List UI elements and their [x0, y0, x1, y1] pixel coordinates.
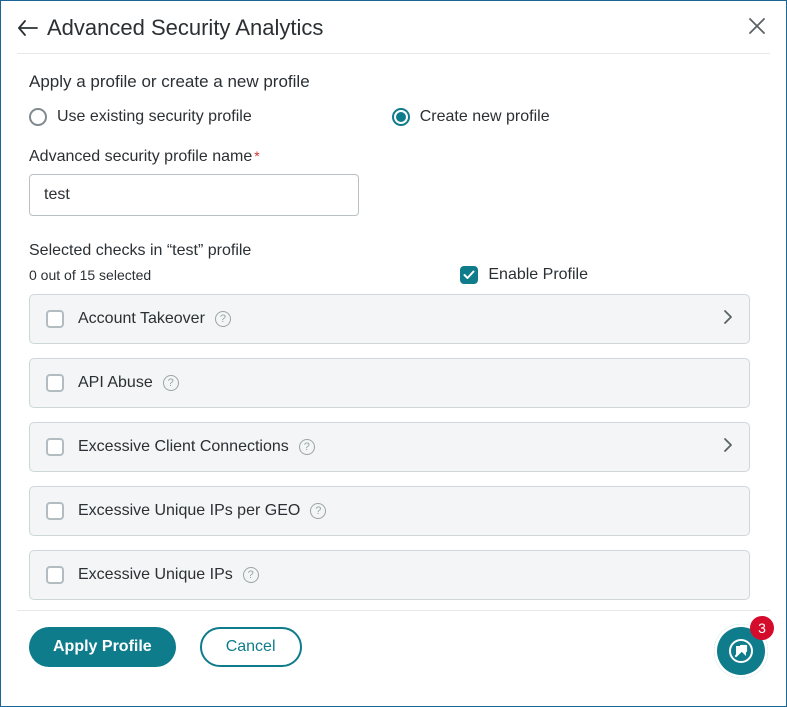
- profile-name-input[interactable]: [29, 174, 359, 216]
- check-item[interactable]: Excessive Unique IPs ?: [29, 550, 750, 600]
- help-icon[interactable]: ?: [215, 311, 231, 327]
- checks-count: 0 out of 15 selected: [29, 267, 151, 283]
- radio-label-existing: Use existing security profile: [57, 108, 252, 126]
- enable-profile-toggle[interactable]: Enable Profile: [460, 266, 588, 284]
- checkbox-icon[interactable]: [46, 566, 64, 584]
- checkbox-icon: [460, 266, 478, 284]
- profile-name-label: Advanced security profile name*: [29, 148, 758, 166]
- chevron-right-icon[interactable]: [723, 309, 733, 330]
- fab-badge: 3: [750, 616, 774, 640]
- radio-label-create: Create new profile: [420, 108, 550, 126]
- radio-icon: [392, 108, 410, 126]
- radio-use-existing[interactable]: Use existing security profile: [29, 108, 252, 126]
- help-icon[interactable]: ?: [243, 567, 259, 583]
- assist-fab[interactable]: 3: [714, 624, 768, 678]
- close-icon[interactable]: [748, 17, 766, 40]
- profile-prompt: Apply a profile or create a new profile: [29, 72, 758, 92]
- check-item[interactable]: Excessive Client Connections ?: [29, 422, 750, 472]
- help-icon[interactable]: ?: [310, 503, 326, 519]
- checks-list[interactable]: Account Takeover ? API Abuse ? Excessive…: [29, 294, 758, 604]
- check-item[interactable]: Excessive Unique IPs per GEO ?: [29, 486, 750, 536]
- check-item[interactable]: Account Takeover ?: [29, 294, 750, 344]
- help-icon[interactable]: ?: [163, 375, 179, 391]
- checkbox-icon[interactable]: [46, 502, 64, 520]
- check-name: Excessive Unique IPs: [78, 566, 233, 584]
- check-name: Excessive Client Connections: [78, 438, 289, 456]
- help-icon[interactable]: ?: [299, 439, 315, 455]
- checkbox-icon[interactable]: [46, 310, 64, 328]
- check-name: Excessive Unique IPs per GEO: [78, 502, 300, 520]
- check-item[interactable]: API Abuse ?: [29, 358, 750, 408]
- checks-title: Selected checks in “test” profile: [29, 242, 758, 260]
- back-icon[interactable]: [17, 17, 39, 39]
- chevron-right-icon[interactable]: [723, 437, 733, 458]
- check-name: Account Takeover: [78, 310, 205, 328]
- enable-profile-label: Enable Profile: [488, 266, 588, 284]
- apply-profile-button[interactable]: Apply Profile: [29, 627, 176, 667]
- cancel-button[interactable]: Cancel: [200, 627, 302, 667]
- dialog-title: Advanced Security Analytics: [47, 15, 323, 41]
- check-name: API Abuse: [78, 374, 153, 392]
- radio-create-new[interactable]: Create new profile: [392, 108, 550, 126]
- radio-icon: [29, 108, 47, 126]
- checkbox-icon[interactable]: [46, 374, 64, 392]
- checkbox-icon[interactable]: [46, 438, 64, 456]
- required-asterisk: *: [254, 148, 259, 164]
